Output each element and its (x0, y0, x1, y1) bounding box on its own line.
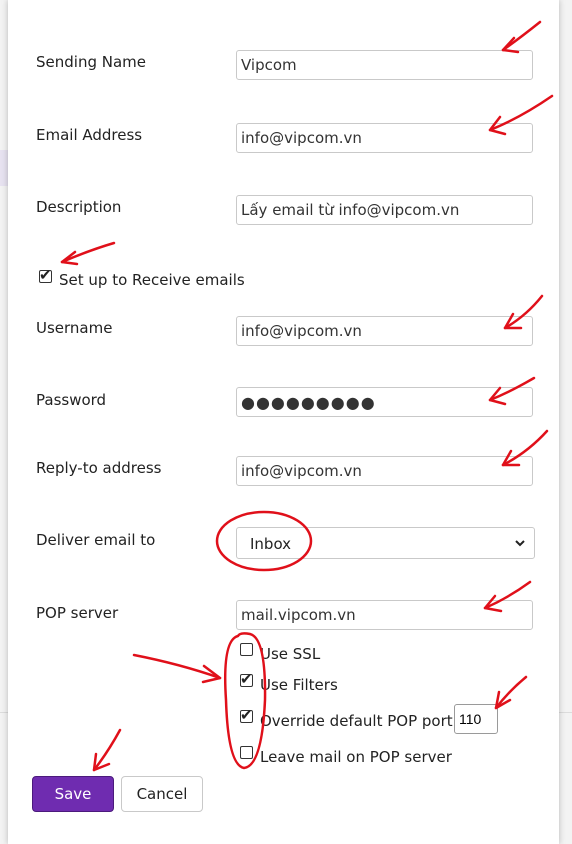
use-filters-label: Use Filters (260, 676, 338, 694)
cancel-button[interactable]: Cancel (121, 776, 203, 812)
leave-mail-checkbox[interactable] (240, 746, 253, 759)
save-button[interactable]: Save (32, 776, 114, 812)
chevron-down-icon (514, 533, 526, 557)
description-label: Description (36, 198, 122, 216)
email-address-label: Email Address (36, 126, 143, 144)
background-nav-highlight (0, 150, 8, 186)
use-filters-checkbox[interactable]: ✔ (240, 670, 253, 688)
email-address-input[interactable] (236, 123, 533, 153)
checkmark-icon: ✔ (39, 266, 52, 284)
description-input[interactable] (236, 195, 533, 225)
override-port-label: Override default POP port (260, 712, 453, 730)
pop-server-input[interactable] (236, 600, 533, 630)
override-port-checkbox[interactable]: ✔ (240, 706, 253, 724)
leave-mail-label: Leave mail on POP server (260, 748, 452, 766)
reply-to-input[interactable] (236, 456, 533, 486)
checkmark-icon: ✔ (240, 706, 253, 724)
username-input[interactable] (236, 316, 533, 346)
use-ssl-label: Use SSL (260, 645, 321, 663)
deliver-to-selected-value: Inbox (250, 535, 292, 553)
deliver-to-label: Deliver email to (36, 531, 156, 549)
deliver-to-select[interactable]: Inbox (236, 527, 535, 559)
username-label: Username (36, 319, 113, 337)
use-ssl-checkbox[interactable] (240, 643, 253, 656)
password-input[interactable] (236, 387, 533, 417)
sending-name-label: Sending Name (36, 53, 146, 71)
pop-server-label: POP server (36, 604, 119, 622)
receive-emails-checkbox[interactable]: ✔ (39, 266, 52, 284)
reply-to-label: Reply-to address (36, 459, 162, 477)
pop-port-input[interactable] (454, 704, 498, 734)
password-label: Password (36, 391, 107, 409)
sending-name-input[interactable] (236, 50, 533, 80)
receive-emails-label: Set up to Receive emails (59, 271, 245, 289)
checkmark-icon: ✔ (240, 670, 253, 688)
email-account-dialog: Sending Name Email Address Description ✔… (8, 0, 559, 844)
